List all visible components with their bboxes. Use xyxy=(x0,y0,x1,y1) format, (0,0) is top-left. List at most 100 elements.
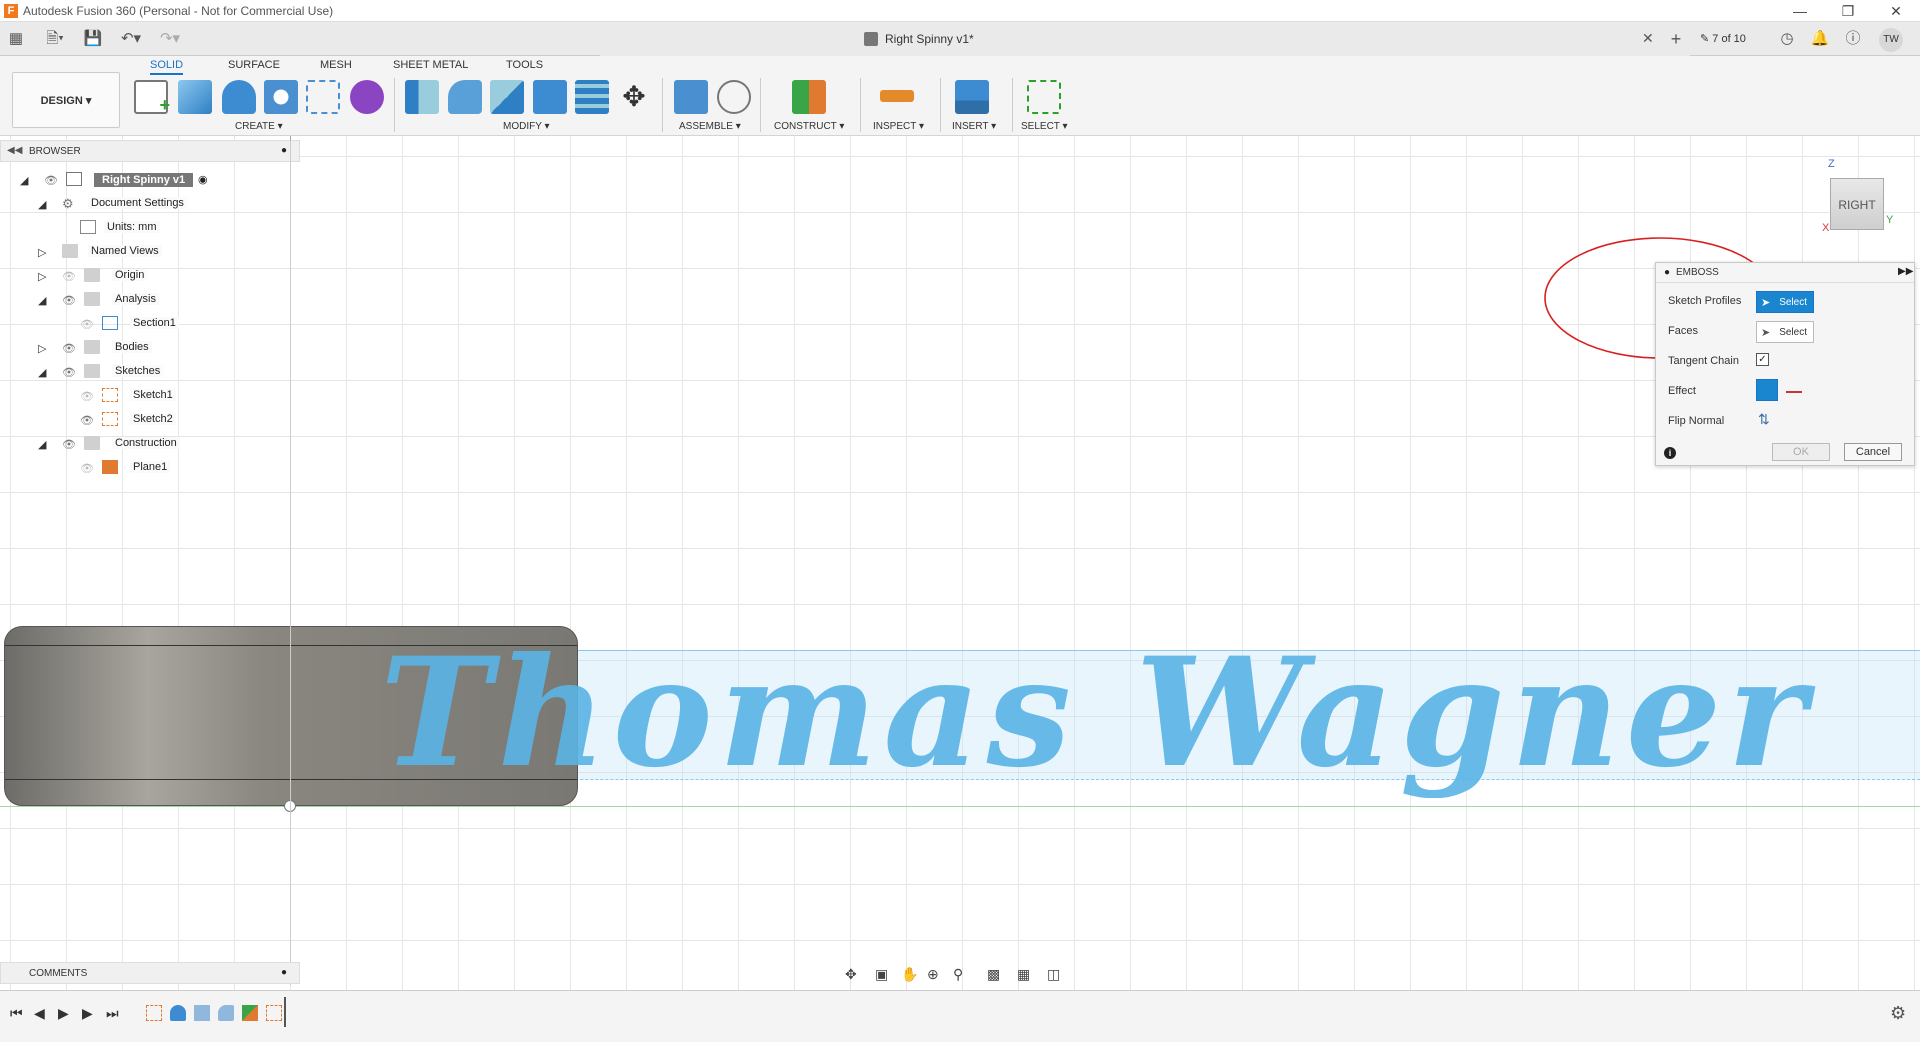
extrude-icon[interactable] xyxy=(178,80,212,114)
add-comment-icon[interactable]: ● xyxy=(281,967,287,978)
tab-mesh[interactable]: MESH xyxy=(320,59,352,71)
collapse-icon[interactable]: ◢ xyxy=(38,438,46,451)
viewports-icon[interactable]: ◫ xyxy=(1047,966,1060,983)
new-tab-icon[interactable]: + xyxy=(1665,29,1687,49)
comments-panel[interactable]: COMMENTS ● xyxy=(0,962,300,984)
collapse-icon[interactable]: ◢ xyxy=(38,366,46,379)
notification-bell-icon[interactable]: 🔔 xyxy=(1809,29,1831,49)
pattern-icon[interactable] xyxy=(306,80,340,114)
minimize-icon[interactable]: — xyxy=(1780,2,1820,20)
press-pull-icon[interactable] xyxy=(405,80,439,114)
create-menu[interactable]: CREATE ▾ xyxy=(235,121,283,132)
redo-icon[interactable]: ↷▾ xyxy=(155,29,185,49)
tangent-chain-checkbox[interactable]: ✓ xyxy=(1756,353,1769,366)
eye-hidden-icon[interactable]: 👁 xyxy=(80,462,94,475)
tree-item[interactable]: ◢ 👁 Analysis xyxy=(0,288,300,312)
browser-panel-header[interactable]: ◀◀ BROWSER ● xyxy=(0,140,300,162)
tab-solid[interactable]: SOLID xyxy=(150,59,184,75)
hole-icon[interactable] xyxy=(264,80,298,114)
joint-icon[interactable] xyxy=(717,80,751,114)
expand-icon[interactable]: ▷ xyxy=(38,270,46,283)
zoom-icon[interactable]: ⊕ xyxy=(927,966,939,983)
tree-item[interactable]: ▷ 👁 Bodies xyxy=(0,336,300,360)
measure-icon[interactable] xyxy=(880,90,914,102)
save-icon[interactable]: 💾 xyxy=(82,29,104,49)
viewcube[interactable]: RIGHT xyxy=(1830,178,1884,230)
collapse-dialog-icon[interactable]: ● xyxy=(1664,267,1670,278)
tab-surface[interactable]: SURFACE xyxy=(228,59,280,71)
offset-plane-icon[interactable] xyxy=(792,80,826,114)
display-settings-icon[interactable]: ▩ xyxy=(987,966,1000,983)
timeline-sketch-icon[interactable] xyxy=(266,1005,282,1021)
sketch-text[interactable]: Thomas Wagner xyxy=(380,628,1920,798)
go-to-end-icon[interactable]: ⏭ xyxy=(106,1005,119,1022)
select-menu[interactable]: SELECT ▾ xyxy=(1021,121,1068,132)
eye-hidden-icon[interactable]: 👁 xyxy=(62,270,76,283)
fit-icon[interactable]: ⚲ xyxy=(953,966,963,983)
emboss-effect-icon[interactable] xyxy=(1756,379,1778,401)
collapse-panel-icon[interactable]: ◀◀ xyxy=(7,145,22,156)
tree-root[interactable]: ◢ 👁 Right Spinny v1 ◉ xyxy=(0,168,300,192)
look-at-icon[interactable]: ▣ xyxy=(875,966,888,983)
tree-item[interactable]: 👁 Plane1 xyxy=(0,456,300,480)
insert-menu[interactable]: INSERT ▾ xyxy=(952,121,996,132)
collapse-icon[interactable]: ◢ xyxy=(38,198,46,211)
tree-item[interactable]: ▷ Named Views xyxy=(0,240,300,264)
eye-icon[interactable]: 👁 xyxy=(62,342,76,355)
go-to-start-icon[interactable]: ⏮ xyxy=(10,1005,23,1022)
pin-icon[interactable]: ● xyxy=(281,145,287,156)
tab-sheet-metal[interactable]: SHEET METAL xyxy=(393,59,468,71)
app-grid-icon[interactable]: ▦ xyxy=(5,29,27,49)
avatar[interactable]: TW xyxy=(1879,28,1903,52)
info-icon[interactable]: i xyxy=(1664,447,1676,459)
shell-icon[interactable] xyxy=(533,80,567,114)
workspace-switcher-button[interactable]: DESIGN ▾ xyxy=(12,72,120,128)
tree-item[interactable]: ◢ 👁 Construction xyxy=(0,432,300,456)
grid-settings-icon[interactable]: ▦ xyxy=(1017,966,1030,983)
expand-icon[interactable]: ▷ xyxy=(38,342,46,355)
clock-icon[interactable]: ◷ xyxy=(1776,29,1798,49)
select-icon[interactable] xyxy=(1027,80,1061,114)
inspect-menu[interactable]: INSPECT ▾ xyxy=(873,121,924,132)
construct-menu[interactable]: CONSTRUCT ▾ xyxy=(774,121,844,132)
close-tab-icon[interactable]: ✕ xyxy=(1642,30,1654,47)
sketch-profiles-select-button[interactable]: ➤ Select xyxy=(1756,291,1814,313)
cancel-button[interactable]: Cancel xyxy=(1844,443,1902,461)
new-component-icon[interactable] xyxy=(674,80,708,114)
restore-icon[interactable]: ❐ xyxy=(1828,2,1868,20)
expand-dialog-icon[interactable]: ▶▶ xyxy=(1898,266,1913,277)
eye-icon[interactable]: 👁 xyxy=(44,174,58,187)
eye-icon[interactable]: 👁 xyxy=(80,414,94,427)
revolve-icon[interactable] xyxy=(222,80,256,114)
assemble-menu[interactable]: ASSEMBLE ▾ xyxy=(679,121,741,132)
timeline-settings-gear-icon[interactable]: ⚙ xyxy=(1890,1003,1906,1024)
timeline-feature-icon[interactable] xyxy=(194,1005,210,1021)
combine-icon[interactable] xyxy=(575,80,609,114)
step-back-icon[interactable]: ◀ xyxy=(34,1005,45,1022)
timeline-marker[interactable] xyxy=(284,997,286,1027)
move-icon[interactable]: ✥ xyxy=(617,80,651,114)
eye-icon[interactable]: 👁 xyxy=(62,294,76,307)
flip-normal-icon[interactable]: ⇅ xyxy=(1758,411,1770,428)
help-icon[interactable]: ⓘ xyxy=(1842,29,1864,49)
timeline-plane-icon[interactable] xyxy=(242,1005,258,1021)
undo-icon[interactable]: ↶▾ xyxy=(116,29,146,49)
eye-icon[interactable]: 👁 xyxy=(62,438,76,451)
chamfer-icon[interactable] xyxy=(490,80,524,114)
tree-item[interactable]: ◢ ⚙ Document Settings xyxy=(0,192,300,216)
dialog-header[interactable]: ● EMBOSS ▶▶ xyxy=(1656,263,1914,283)
ok-button[interactable]: OK xyxy=(1772,443,1830,461)
tree-item[interactable]: ▷ 👁 Origin xyxy=(0,264,300,288)
timeline-revolve-icon[interactable] xyxy=(170,1005,186,1021)
create-sketch-icon[interactable]: + xyxy=(134,80,170,115)
timeline-sketch-icon[interactable] xyxy=(146,1005,162,1021)
tree-item[interactable]: ◢ 👁 Sketches xyxy=(0,360,300,384)
insert-image-icon[interactable] xyxy=(955,80,989,114)
tab-document[interactable]: Right Spinny v1* ✕ xyxy=(600,22,1690,56)
orbit-icon[interactable]: ✥ xyxy=(845,966,857,983)
eye-icon[interactable]: 👁 xyxy=(62,366,76,379)
eye-hidden-icon[interactable]: 👁 xyxy=(80,318,94,331)
modify-menu[interactable]: MODIFY ▾ xyxy=(503,121,550,132)
tree-item[interactable]: 👁 Sketch2 xyxy=(0,408,300,432)
collapse-icon[interactable]: ◢ xyxy=(20,174,28,187)
